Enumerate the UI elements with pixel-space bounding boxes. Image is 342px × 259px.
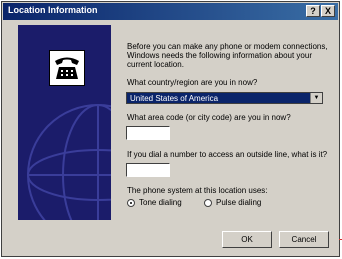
tone-dialing-radio[interactable]	[127, 199, 135, 207]
country-select[interactable]: United States of America ▼	[126, 92, 323, 104]
country-select-value: United States of America	[130, 94, 219, 103]
title-bar[interactable]: Location Information ? X	[3, 3, 338, 20]
dialog-title: Location Information	[8, 5, 98, 15]
area-code-label: What area code (or city code) are you in…	[127, 113, 291, 122]
outside-line-input[interactable]	[126, 163, 170, 177]
intro-text: Before you can make any phone or modem c…	[127, 42, 328, 69]
cancel-button[interactable]: Cancel	[279, 231, 329, 248]
country-label: What country/region are you in now?	[127, 78, 258, 87]
ok-button[interactable]: OK	[222, 231, 272, 248]
sidebar-graphic	[18, 25, 111, 220]
location-information-dialog: Location Information ? X Before you can …	[1, 1, 340, 257]
pulse-dialing-label[interactable]: Pulse dialing	[216, 198, 261, 207]
radio-selected-dot	[130, 202, 132, 204]
phone-system-label: The phone system at this location uses:	[127, 186, 268, 195]
close-button[interactable]: X	[321, 5, 335, 17]
outside-line-label: If you dial a number to access an outsid…	[127, 150, 328, 159]
area-code-input[interactable]	[126, 126, 170, 140]
tone-dialing-label[interactable]: Tone dialing	[139, 198, 182, 207]
pulse-dialing-radio[interactable]	[204, 199, 212, 207]
telephone-icon	[49, 50, 85, 86]
chevron-down-icon[interactable]: ▼	[310, 93, 322, 103]
help-button[interactable]: ?	[306, 5, 320, 17]
